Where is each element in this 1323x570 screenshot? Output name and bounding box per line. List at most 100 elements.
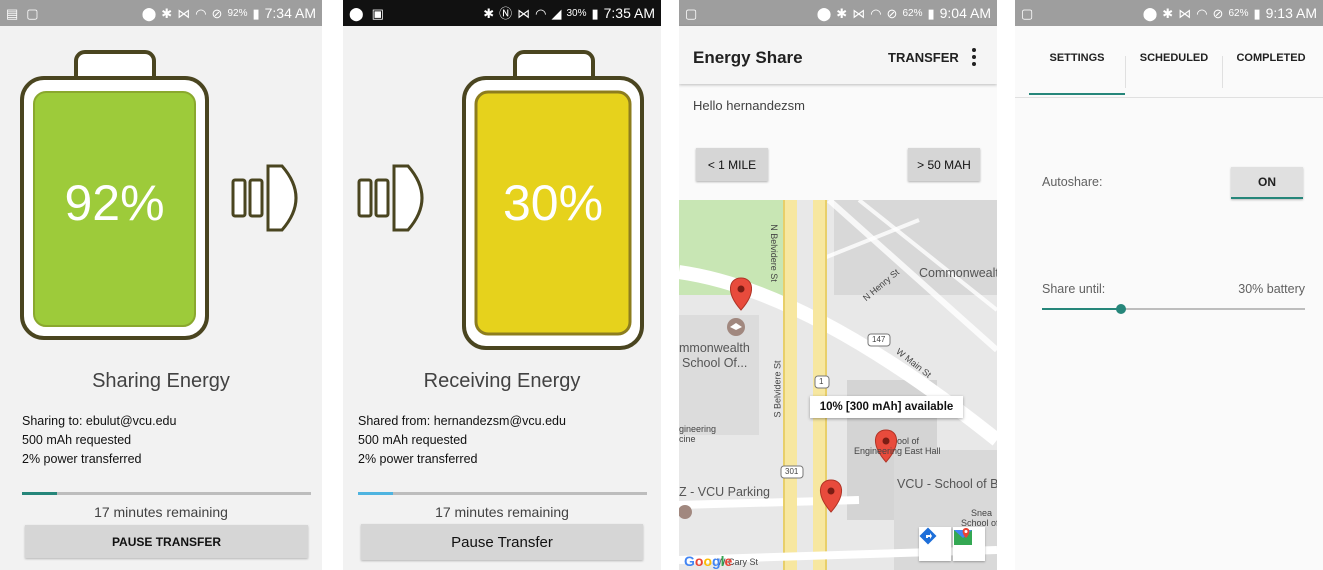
map-canvas — [679, 200, 997, 570]
outgoing-arrow-icon — [231, 164, 298, 232]
place-label: VCU - School of Bu — [897, 477, 997, 491]
place-label: gineering — [679, 424, 717, 434]
battery-percent-status: 30% — [566, 7, 587, 19]
transfer-progress-fill — [22, 492, 57, 495]
clock: 9:04 AM — [939, 5, 991, 21]
location-icon: ⬤ — [1142, 5, 1158, 21]
slider-thumb[interactable] — [1116, 304, 1126, 314]
requested-amount: 500 mAh requested — [358, 433, 468, 447]
autoshare-label: Autoshare: — [1042, 175, 1103, 189]
incoming-arrow-icon — [357, 164, 424, 232]
screenshot-icon: ▢ — [685, 5, 698, 21]
capacity-filter-button[interactable]: > 50 MAH — [908, 148, 980, 181]
place-label: Engineering East Hall — [854, 446, 941, 456]
directions-button[interactable] — [919, 527, 951, 561]
pause-transfer-button[interactable]: Pause Transfer — [361, 524, 643, 560]
time-remaining: 17 minutes remaining — [94, 504, 228, 520]
do-not-disturb-icon: ⊘ — [211, 5, 223, 21]
status-bar: ▢ ⬤ ✱ ⋈ ◠ ⊘ 62% ▮ 9:13 AM — [1015, 0, 1323, 26]
signal-icon: ◢ — [551, 5, 562, 21]
street-label-n-belvidere: N Belvidere St — [768, 224, 779, 282]
place-label: ool of — [897, 436, 920, 446]
availability-info-window[interactable]: 10% [300 mAh] available — [810, 396, 963, 418]
google-logo: Google — [684, 553, 733, 569]
place-label: mmonwealth — [679, 341, 750, 355]
place-label: cine — [679, 434, 696, 444]
status-bar: ▢ ⬤ ✱ ⋈ ◠ ⊘ 62% ▮ 9:04 AM — [679, 0, 997, 26]
place-label: Snea — [971, 508, 993, 518]
do-not-disturb-icon: ⊘ — [1212, 5, 1224, 21]
transfer-progress — [22, 492, 311, 495]
wifi-icon: ◠ — [870, 5, 882, 21]
tab-scheduled[interactable]: SCHEDULED — [1126, 52, 1222, 64]
map-view[interactable]: N Belvidere St S Belvidere St N Henry St… — [679, 200, 997, 570]
requested-amount: 500 mAh requested — [22, 433, 132, 447]
school-icon — [727, 318, 745, 336]
mute-icon: ⋈ — [517, 5, 531, 21]
street-label-s-belvidere: S Belvidere St — [772, 360, 783, 418]
sharing-to: Sharing to: ebulut@vcu.edu — [22, 414, 177, 428]
shield-label-1: 1 — [819, 377, 824, 386]
app-title: Energy Share — [693, 48, 803, 67]
place-label: School Of... — [682, 356, 748, 370]
mute-icon: ⋈ — [177, 5, 191, 21]
active-tab-indicator — [1029, 93, 1125, 95]
notification-icon: ▣ — [371, 5, 384, 21]
overflow-menu-icon[interactable] — [971, 48, 977, 66]
battery-charging-icon: ▮ — [591, 5, 599, 21]
transfer-progress — [358, 492, 647, 495]
nfc-icon: Ⓝ — [499, 5, 513, 21]
tab-bar: SETTINGS SCHEDULED COMPLETED — [1015, 26, 1323, 98]
share-until-slider[interactable] — [1042, 304, 1305, 314]
time-remaining: 17 minutes remaining — [435, 504, 569, 520]
open-maps-button[interactable] — [953, 527, 985, 561]
location-icon: ⬤ — [141, 5, 157, 21]
battery-icon: ▮ — [252, 5, 260, 21]
status-bar: ▤ ▢ ⬤ ✱ ⋈ ◠ ⊘ 92% ▮ 7:34 AM — [0, 0, 322, 26]
app-bar: Energy Share TRANSFER — [679, 26, 997, 84]
clock: 9:13 AM — [1265, 5, 1317, 21]
autoshare-toggle[interactable]: ON — [1231, 167, 1303, 199]
sharing-screen: ▤ ▢ ⬤ ✱ ⋈ ◠ ⊘ 92% ▮ 7:34 AM 92% Sharing … — [0, 0, 322, 570]
greeting: Hello hernandezsm — [693, 98, 806, 113]
battery-percent-status: 62% — [902, 7, 923, 19]
location-icon: ⬤ — [349, 5, 364, 21]
map-pin-icon — [730, 277, 752, 311]
shared-from: Shared from: hernandezsm@vcu.edu — [358, 414, 566, 428]
bluetooth-icon: ✱ — [836, 5, 848, 21]
screenshot-icon: ▢ — [26, 5, 39, 21]
map-screen: ▢ ⬤ ✱ ⋈ ◠ ⊘ 62% ▮ 9:04 AM Energy Share T… — [679, 0, 997, 570]
pause-transfer-button[interactable]: PAUSE TRANSFER — [25, 525, 308, 558]
receiving-screen: ⬤ ▣ ✱ Ⓝ ⋈ ◠ ◢ 30% ▮ 7:35 AM 30% Receivin… — [343, 0, 661, 570]
bluetooth-icon: ✱ — [1162, 5, 1174, 21]
transfer-action[interactable]: TRANSFER — [888, 50, 959, 65]
screen-title: Receiving Energy — [423, 370, 581, 392]
maps-app-icon — [954, 528, 972, 545]
directions-icon — [919, 527, 937, 545]
bluetooth-icon: ✱ — [483, 5, 495, 21]
distance-filter-button[interactable]: < 1 MILE — [696, 148, 768, 181]
do-not-disturb-icon: ⊘ — [886, 5, 898, 21]
mute-icon: ⋈ — [1178, 5, 1192, 21]
settings-screen: ▢ ⬤ ✱ ⋈ ◠ ⊘ 62% ▮ 9:13 AM SETTINGS SCHED… — [1015, 0, 1323, 570]
screenshot-icon: ▢ — [1021, 5, 1034, 21]
screen-title: Sharing Energy — [92, 370, 230, 392]
place-label: Z - VCU Parking — [679, 485, 770, 499]
clock: 7:35 AM — [603, 5, 655, 21]
wifi-icon: ◠ — [1196, 5, 1208, 21]
status-bar: ⬤ ▣ ✱ Ⓝ ⋈ ◠ ◢ 30% ▮ 7:35 AM — [343, 0, 661, 26]
battery-percent-status: 62% — [1228, 7, 1249, 19]
power-transferred: 2% power transferred — [22, 452, 142, 466]
transfer-progress-fill — [358, 492, 393, 495]
slider-fill — [1042, 308, 1121, 310]
tab-settings[interactable]: SETTINGS — [1029, 52, 1125, 64]
tab-completed[interactable]: COMPLETED — [1223, 52, 1319, 64]
share-until-label: Share until: — [1042, 282, 1106, 296]
battery-percent-status: 92% — [227, 7, 248, 19]
battery-percent: 30% — [502, 175, 604, 231]
share-until-value: 30% battery — [1238, 282, 1305, 296]
place-label: Commonwealt — [919, 266, 997, 280]
mute-icon: ⋈ — [852, 5, 866, 21]
shield-label-301: 301 — [785, 467, 799, 476]
clock: 7:34 AM — [264, 5, 316, 21]
